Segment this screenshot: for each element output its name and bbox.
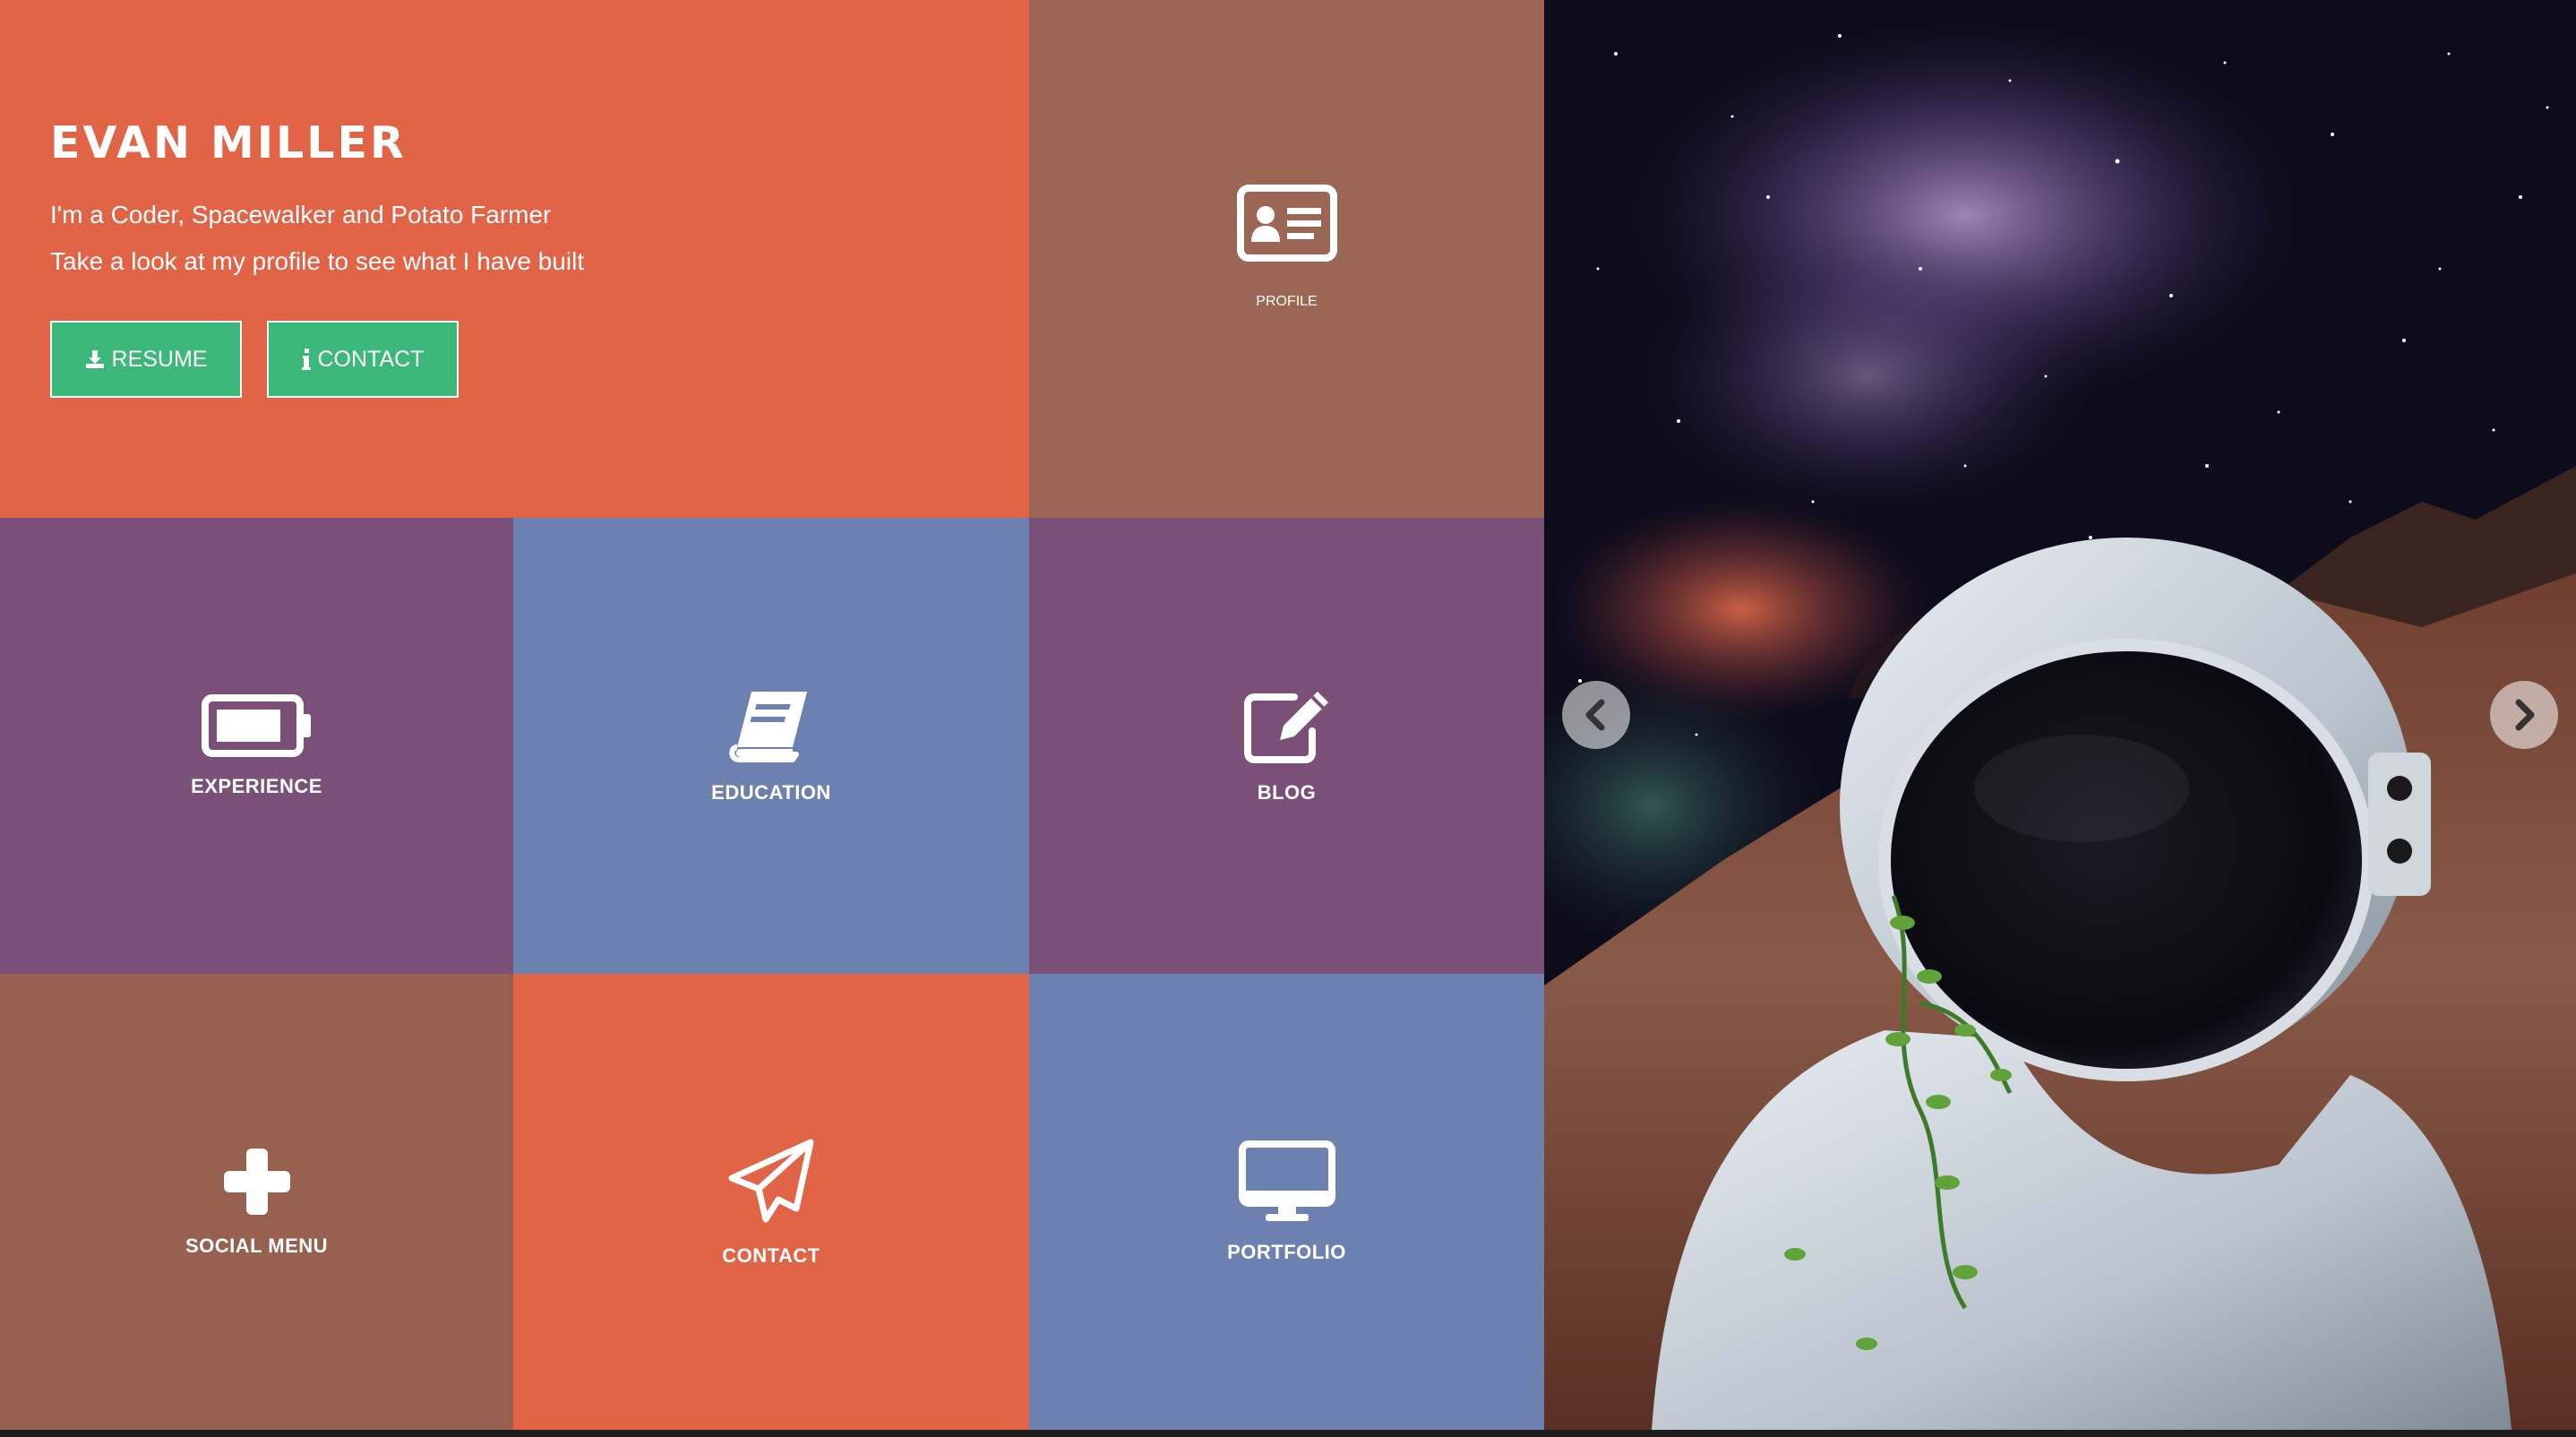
plus-icon bbox=[223, 1148, 290, 1215]
social-menu-label: SOCIAL MENU bbox=[185, 1234, 329, 1257]
portfolio-page: EVAN MILLER I'm a Coder, Spacewalker and… bbox=[0, 0, 2576, 1437]
profile-label: PROFILE bbox=[1256, 294, 1318, 309]
contact-label: CONTACT bbox=[722, 1243, 820, 1267]
resume-button[interactable]: RESUME bbox=[50, 321, 242, 398]
paper-plane-icon bbox=[728, 1139, 814, 1222]
resume-button-label: RESUME bbox=[111, 346, 208, 372]
menu-grid: EVAN MILLER I'm a Coder, Spacewalker and… bbox=[0, 0, 1544, 1430]
download-icon bbox=[85, 350, 104, 368]
tagline-secondary: Take a look at my profile to see what I … bbox=[50, 247, 585, 275]
edit-icon bbox=[1243, 691, 1328, 763]
info-icon bbox=[301, 348, 311, 370]
menu-tile-experience[interactable]: EXPERIENCE bbox=[0, 518, 513, 974]
contact-button[interactable]: CONTACT bbox=[267, 321, 459, 398]
monitor-icon bbox=[1238, 1140, 1335, 1221]
menu-tile-blog[interactable]: BLOG bbox=[1029, 518, 1544, 974]
book-icon bbox=[729, 691, 807, 762]
astronaut-image bbox=[1544, 0, 2576, 1430]
menu-tile-contact[interactable]: CONTACT bbox=[513, 974, 1029, 1430]
experience-label: EXPERIENCE bbox=[191, 774, 322, 797]
chevron-left-icon bbox=[1585, 699, 1605, 731]
menu-tile-education[interactable]: EDUCATION bbox=[513, 518, 1029, 974]
hero-panel: EVAN MILLER I'm a Coder, Spacewalker and… bbox=[0, 0, 1029, 518]
hero-buttons: RESUME CONTACT bbox=[50, 321, 1029, 398]
id-card-icon bbox=[1236, 185, 1337, 262]
page-title: EVAN MILLER bbox=[50, 117, 407, 168]
education-label: EDUCATION bbox=[711, 780, 831, 804]
portfolio-label: PORTFOLIO bbox=[1227, 1240, 1346, 1263]
image-slider bbox=[1544, 0, 2576, 1430]
battery-icon bbox=[201, 693, 311, 757]
contact-button-label: CONTACT bbox=[317, 346, 425, 372]
tagline-primary: I'm a Coder, Spacewalker and Potato Farm… bbox=[50, 201, 552, 228]
slider-prev-button[interactable] bbox=[1562, 681, 1630, 749]
chevron-right-icon bbox=[2515, 699, 2535, 731]
slider-next-button[interactable] bbox=[2490, 681, 2558, 749]
bottom-bar bbox=[0, 1430, 2576, 1437]
menu-tile-portfolio[interactable]: PORTFOLIO bbox=[1029, 974, 1544, 1430]
menu-tile-social[interactable]: SOCIAL MENU bbox=[0, 974, 513, 1430]
profile-tile-content: PROFILE bbox=[1029, 185, 1544, 310]
blog-label: BLOG bbox=[1257, 780, 1317, 804]
menu-tile-profile[interactable]: PROFILE bbox=[1029, 0, 1544, 518]
